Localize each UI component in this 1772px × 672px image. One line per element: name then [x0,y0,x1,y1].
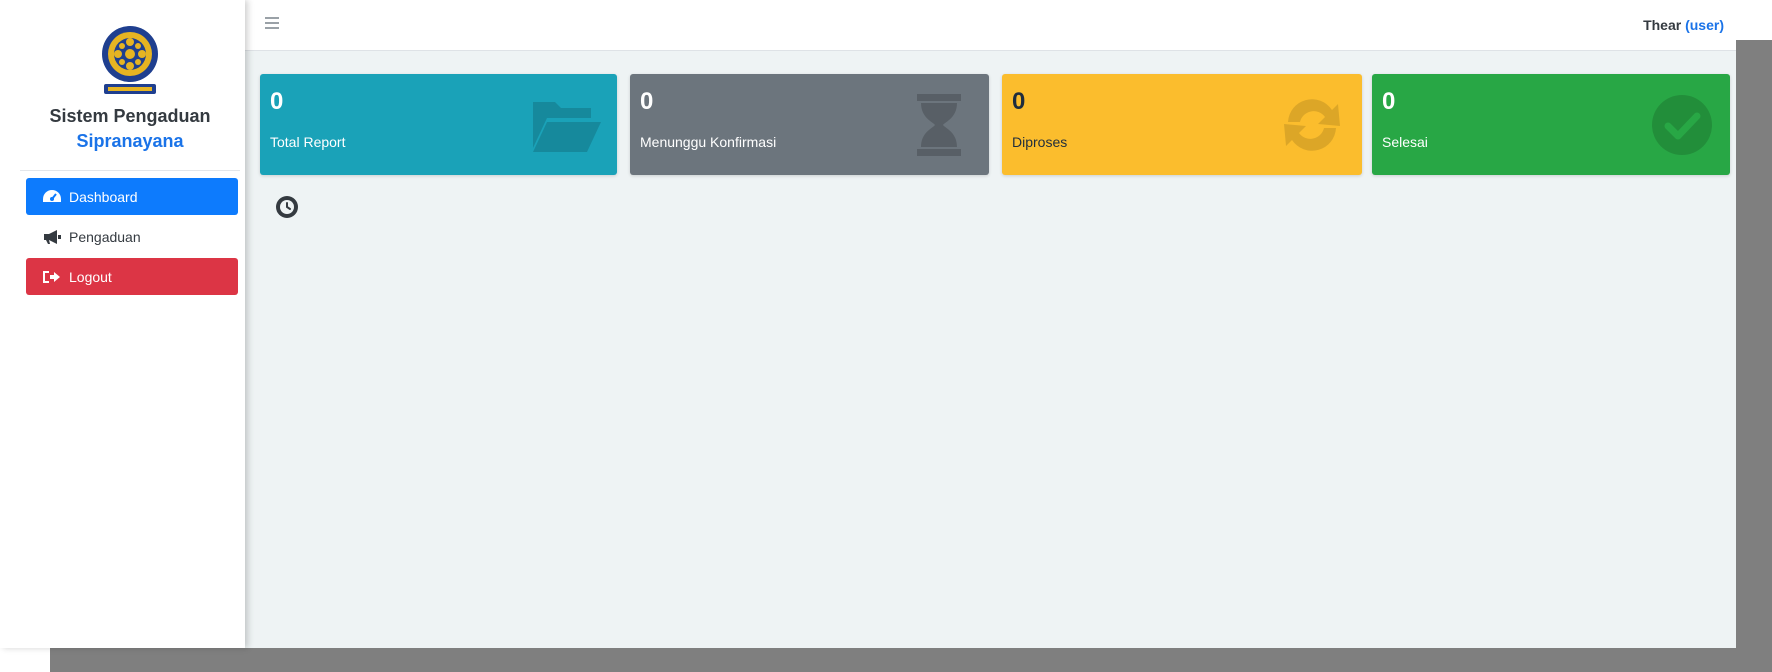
stat-value: 0 [270,88,284,115]
folder-open-icon [533,102,601,152]
tachometer-icon [43,189,61,202]
user-role: (user) [1685,17,1724,33]
sign-out-icon [43,270,60,283]
brand-name: Sistem Pengaduan [49,106,211,126]
sidebar-item-label: Logout [69,268,112,285]
sidebar-item-label: Pengaduan [69,228,141,245]
check-circle-icon [1652,95,1712,155]
stat-card-selesai[interactable]: 0 Selesai [1372,74,1730,175]
sidebar: Sistem Pengaduan Sipranayana Dashboard P… [0,0,245,648]
stat-value: 0 [640,88,654,115]
sidebar-item-pengaduan[interactable]: Pengaduan [26,218,238,255]
stat-card-diproses[interactable]: 0 Diproses [1002,74,1362,175]
university-logo-icon [102,26,158,94]
sidebar-item-dashboard[interactable]: Dashboard [26,178,238,215]
sidebar-item-logout[interactable]: Logout [26,258,238,295]
user-name: Thear [1643,17,1682,33]
hamburger-menu-icon[interactable] [265,17,279,29]
stat-value: 0 [1012,88,1026,115]
sidebar-item-label: Dashboard [69,188,138,205]
brand-subtitle: Sipranayana [76,131,184,151]
frame-shadow-bottom [50,648,1772,672]
sidebar-nav: Dashboard Pengaduan Logout [26,178,238,298]
stat-label: Selesai [1382,134,1428,150]
brand: Sistem Pengaduan Sipranayana [20,18,240,171]
stat-card-total-report[interactable]: 0 Total Report [260,74,617,175]
megaphone-icon [44,229,61,244]
stat-label: Menunggu Konfirmasi [640,134,777,150]
stat-label: Diproses [1012,134,1068,150]
topbar: Thear (user) [245,0,1736,51]
clock-icon [276,196,298,218]
hourglass-icon [917,94,961,156]
stat-label: Total Report [270,134,346,150]
user-menu[interactable]: Thear (user) [1643,17,1724,33]
refresh-icon [1284,99,1340,151]
frame-shadow-right [1736,40,1772,672]
main-content: 0 Total Report 0 Menunggu Konfirmasi 0 D… [245,51,1736,648]
stat-value: 0 [1382,88,1396,115]
stat-card-menunggu-konfirmasi[interactable]: 0 Menunggu Konfirmasi [630,74,989,175]
